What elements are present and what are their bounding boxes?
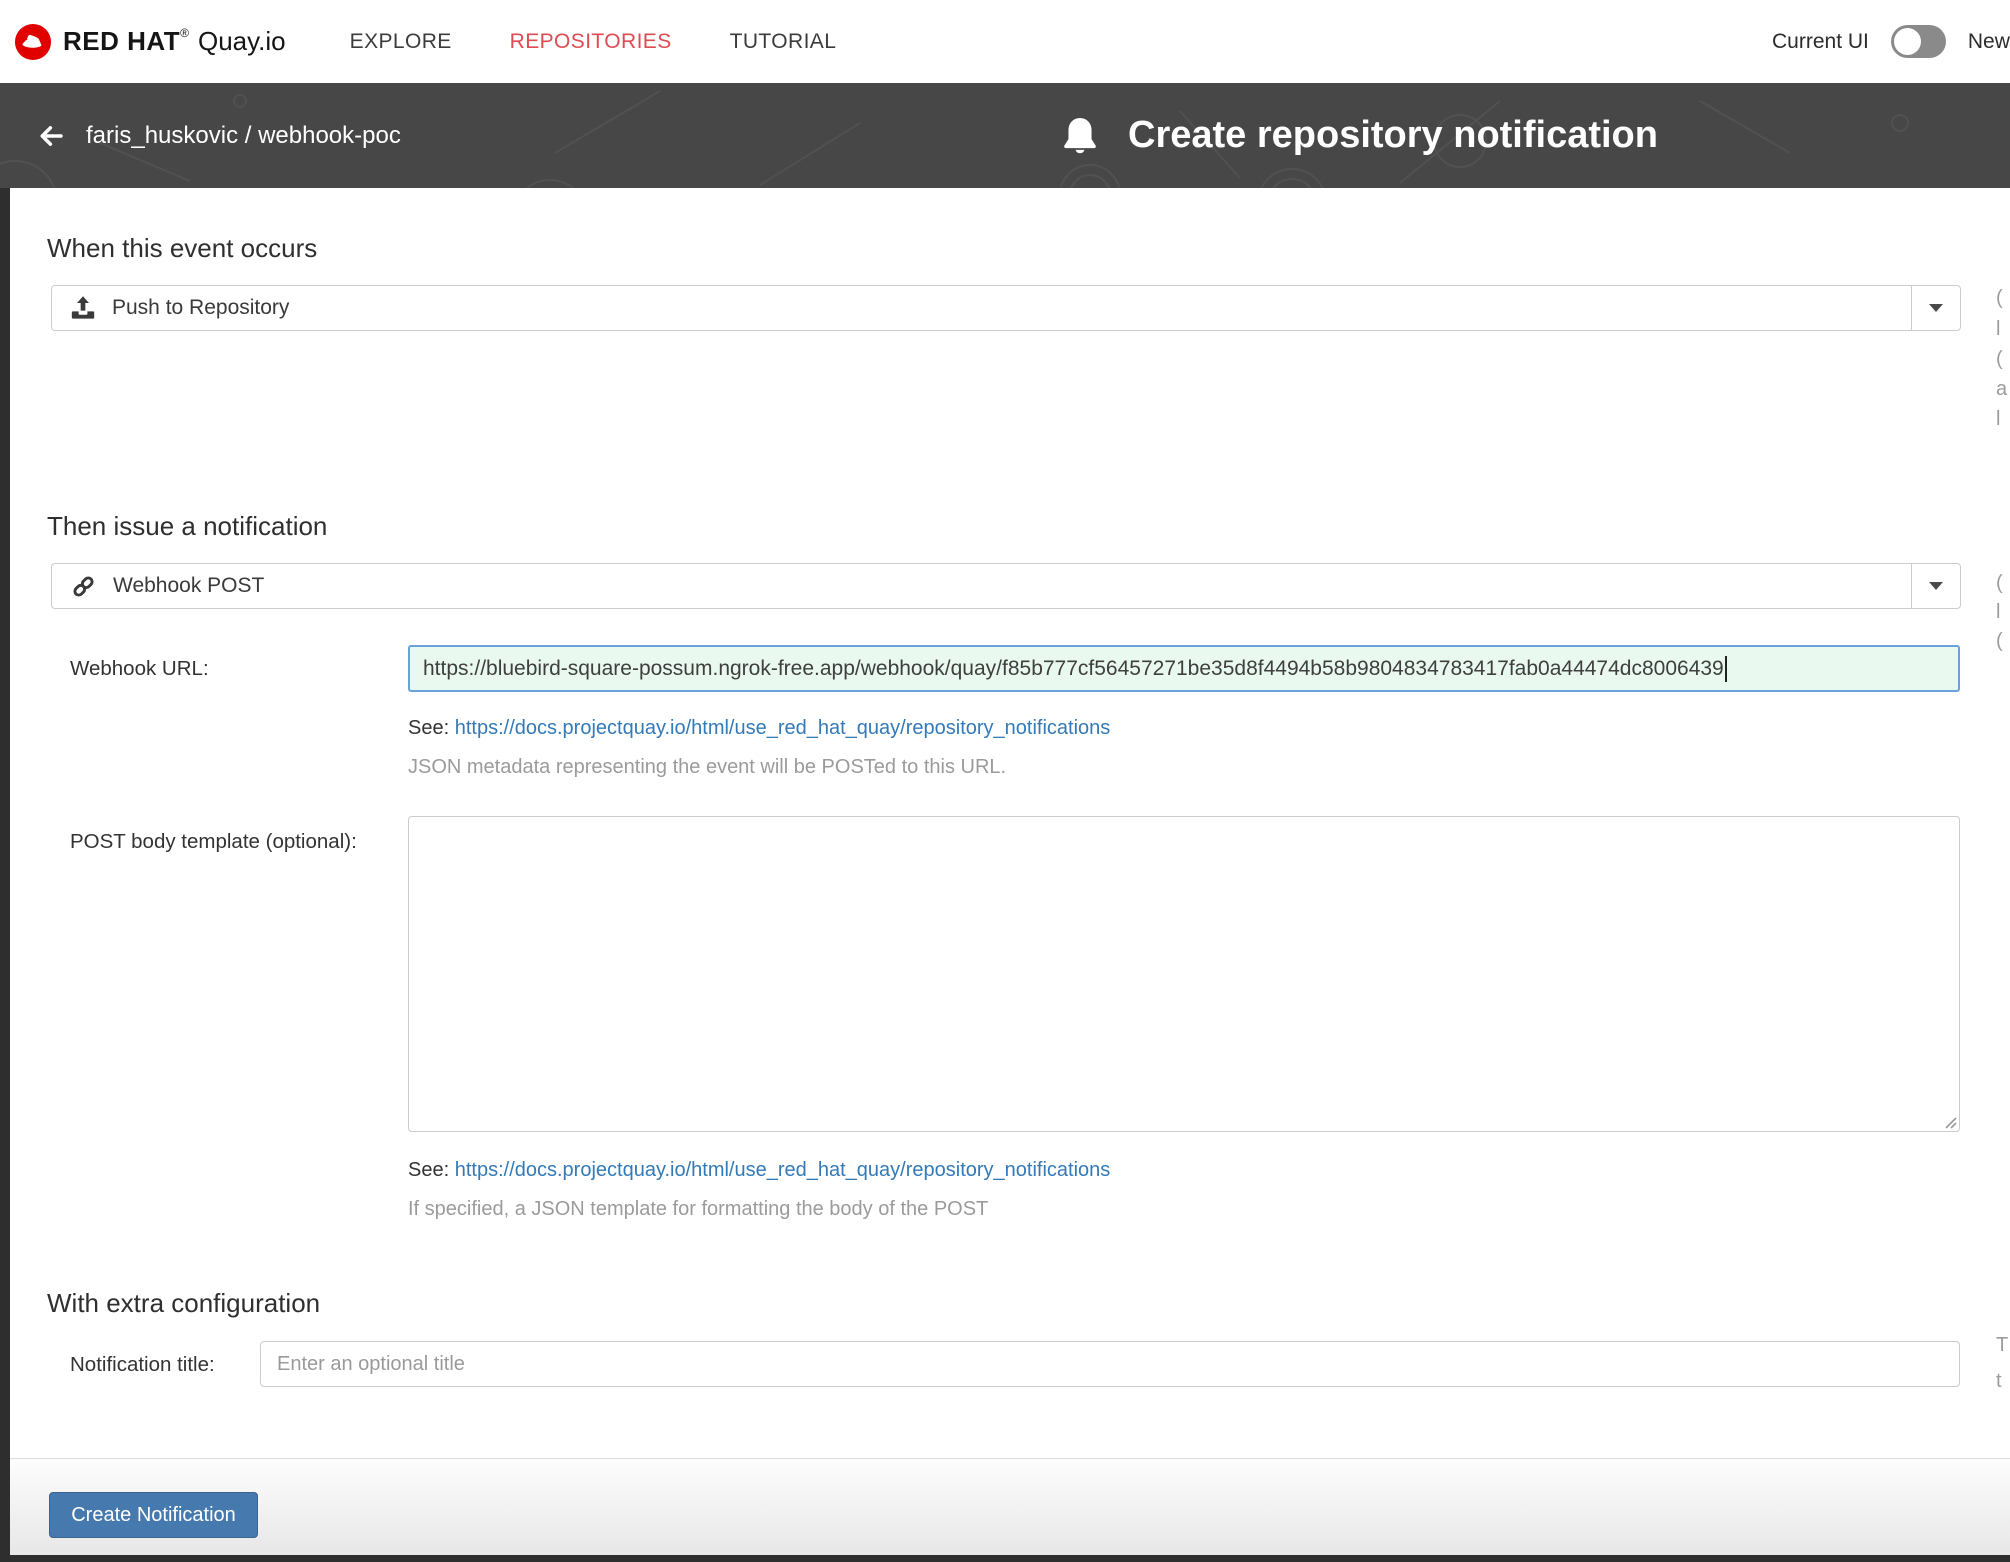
post-body-textarea[interactable] <box>408 816 1960 1132</box>
see-label: See: <box>408 1159 449 1181</box>
nav-link-repositories[interactable]: REPOSITORIES <box>510 30 672 54</box>
link-icon <box>70 573 97 600</box>
create-notification-panel: When this event occurs Push to Repositor… <box>10 188 2010 1555</box>
webhook-url-help: JSON metadata representing the event wil… <box>408 755 1960 780</box>
event-select[interactable]: Push to Repository <box>51 285 1961 331</box>
current-ui-label: Current UI <box>1772 30 1869 54</box>
post-body-docs-link[interactable]: https://docs.projectquay.io/html/use_red… <box>455 1159 1111 1181</box>
event-select-caret-button[interactable] <box>1911 286 1960 330</box>
method-select-caret-button[interactable] <box>1911 564 1960 608</box>
webhook-url-label: Webhook URL: <box>47 645 408 780</box>
backdrop-left-edge <box>0 188 10 1562</box>
method-select[interactable]: Webhook POST <box>51 563 1961 609</box>
webhook-url-value: https://bluebird-square-possum.ngrok-fre… <box>423 657 1724 681</box>
webhook-url-input[interactable]: https://bluebird-square-possum.ngrok-fre… <box>408 645 1960 692</box>
create-notification-button[interactable]: Create Notification <box>49 1492 258 1538</box>
toggle-knob <box>1894 28 1921 55</box>
event-select-value: Push to Repository <box>112 296 289 320</box>
clipped-help-text: t <box>1996 1370 2002 1393</box>
see-label: See: <box>408 717 449 739</box>
bell-icon <box>1058 112 1102 160</box>
event-section-heading: When this event occurs <box>47 233 2010 264</box>
new-ui-label: New <box>1968 30 2010 54</box>
method-select-value: Webhook POST <box>113 574 264 598</box>
top-navbar: RED HAT®Quay.io EXPLORE REPOSITORIES TUT… <box>0 0 2010 83</box>
caret-down-icon <box>1929 582 1943 590</box>
nav-link-tutorial[interactable]: TUTORIAL <box>730 30 837 54</box>
clipped-help-text: ( <box>1996 572 2003 595</box>
brand-logo[interactable]: RED HAT®Quay.io <box>14 23 286 61</box>
clipped-help-text: l <box>1996 601 2000 624</box>
breadcrumb[interactable]: faris_huskovic / webhook-poc <box>86 122 401 150</box>
back-arrow-icon[interactable] <box>36 121 66 151</box>
clipped-help-text: a <box>1996 378 2007 401</box>
notification-title-label: Notification title: <box>47 1341 260 1387</box>
clipped-help-text: ( <box>1996 630 2003 653</box>
webhook-docs-link[interactable]: https://docs.projectquay.io/html/use_red… <box>455 717 1111 739</box>
clipped-help-text: T <box>1996 1334 2008 1357</box>
upload-icon <box>70 295 96 321</box>
backdrop-bottom-edge <box>0 1555 2010 1562</box>
caret-down-icon <box>1929 304 1943 312</box>
page-header: faris_huskovic / webhook-poc Create repo… <box>0 83 2010 188</box>
ui-version-switch: Current UI New <box>1772 0 2010 83</box>
method-section-heading: Then issue a notification <box>47 511 2010 542</box>
ui-toggle[interactable] <box>1891 25 1946 58</box>
extra-section-heading: With extra configuration <box>47 1288 2010 1319</box>
clipped-help-text: ( <box>1996 287 2003 310</box>
primary-nav: EXPLORE REPOSITORIES TUTORIAL <box>350 30 837 54</box>
brand-text: RED HAT®Quay.io <box>63 26 286 57</box>
nav-link-explore[interactable]: EXPLORE <box>350 30 452 54</box>
post-body-help: If specified, a JSON template for format… <box>408 1197 1960 1222</box>
page-title: Create repository notification <box>1128 114 1658 157</box>
notification-title-input[interactable] <box>260 1341 1960 1387</box>
redhat-logo-icon <box>14 23 52 61</box>
text-cursor <box>1725 656 1727 682</box>
clipped-help-text: ( <box>1996 348 2003 371</box>
resize-handle-icon[interactable] <box>1943 1115 1957 1129</box>
panel-footer: Create Notification <box>10 1458 2010 1555</box>
post-body-label: POST body template (optional): <box>47 816 408 1222</box>
clipped-help-text: l <box>1996 408 2000 431</box>
clipped-help-text: l <box>1996 318 2000 341</box>
